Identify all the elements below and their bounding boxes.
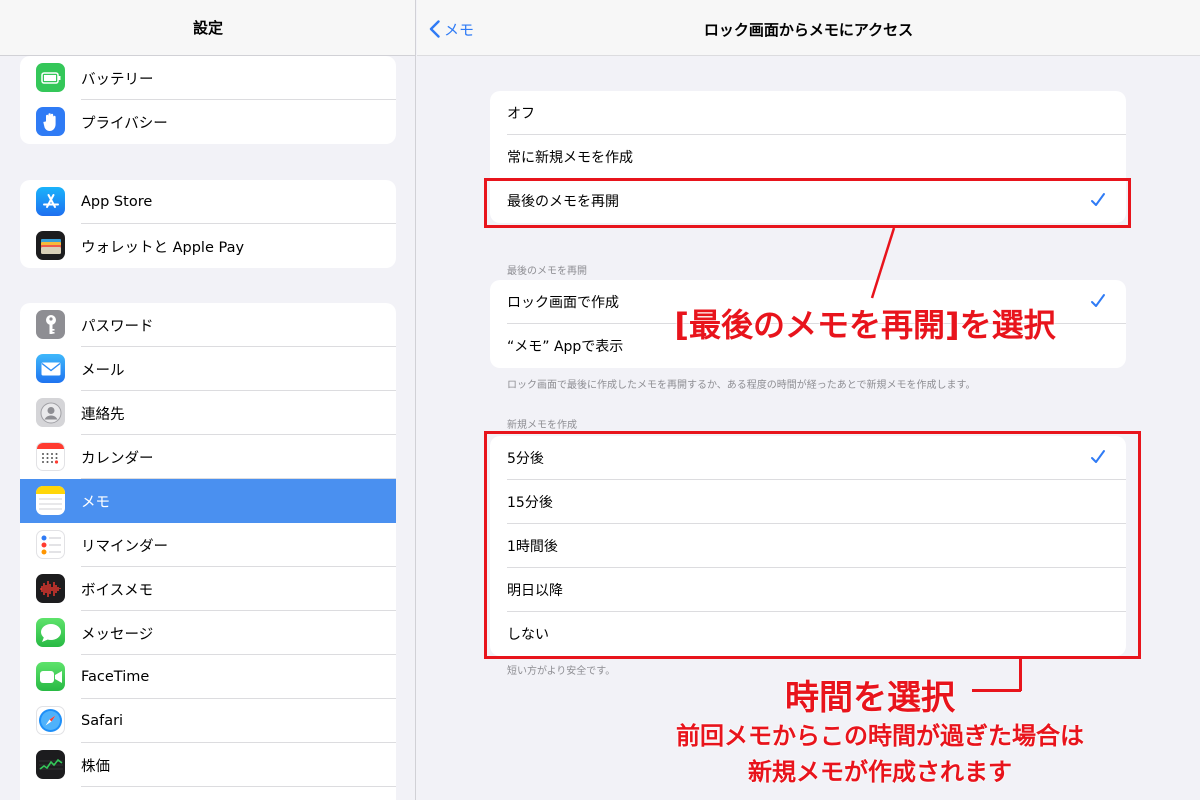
sidebar-item-contacts[interactable]: 連絡先	[20, 391, 396, 435]
option-label: オフ	[507, 106, 535, 122]
sidebar-item-reminders[interactable]: リマインダー	[20, 523, 396, 567]
key-icon	[36, 310, 65, 339]
callout-connector-vertical	[1019, 659, 1022, 691]
sidebar-item-safari[interactable]: Safari	[20, 699, 396, 743]
sidebar-item-label: 株価	[81, 758, 110, 775]
sidebar-item-messages[interactable]: メッセージ	[20, 611, 396, 655]
sidebar-item-voice-memos[interactable]: ボイスメモ	[20, 567, 396, 611]
sidebar-item-label: プライバシー	[81, 115, 168, 132]
sidebar-item-label: ボイスメモ	[81, 582, 154, 599]
checkmark-icon	[1091, 294, 1105, 307]
sidebar-item-label: パスワード	[81, 318, 154, 335]
option-label: “メモ” Appで表示	[507, 339, 624, 355]
sidebar-group-apps: パスワード メール 連絡先 カレンダー メモ リマインダー ボイスメモ メッセー…	[20, 303, 396, 800]
sidebar-item-passwords[interactable]: パスワード	[20, 303, 396, 347]
page-title: ロック画面からメモにアクセス	[703, 21, 914, 39]
sidebar-item-label: メモ	[81, 494, 110, 511]
option-label: ロック画面で作成	[507, 295, 619, 311]
option-always-new[interactable]: 常に新規メモを作成	[490, 135, 1126, 179]
sidebar-item-privacy[interactable]: プライバシー	[20, 100, 396, 144]
callout-resume-last: [最後のメモを再開]を選択	[674, 306, 1056, 344]
battery-icon	[36, 63, 65, 92]
callout-pointer-line	[870, 227, 896, 299]
resume-section-footer: ロック画面で最後に作成したメモを再開するか、ある程度の時間が経ったあとで新規メモ…	[507, 380, 976, 391]
sidebar-item-label: リマインダー	[81, 538, 168, 555]
option-label: 常に新規メモを作成	[507, 150, 633, 166]
resume-section-header: 最後のメモを再開	[507, 266, 587, 277]
sidebar-item-label: バッテリー	[81, 71, 154, 88]
sidebar-item-notes[interactable]: メモ	[20, 479, 396, 523]
sidebar-item-calendar[interactable]: カレンダー	[20, 435, 396, 479]
callout-connector-horizontal	[972, 689, 1021, 692]
wallet-icon	[36, 231, 65, 260]
callout-select-time-title: 時間を選択	[785, 678, 955, 718]
mail-icon	[36, 354, 65, 383]
sidebar-group-system: バッテリー プライバシー	[20, 56, 396, 144]
stocks-icon	[36, 750, 65, 779]
highlight-box-time-options	[484, 431, 1141, 659]
sidebar-item-label: App Store	[81, 194, 153, 210]
sidebar-item-label: ウォレットと Apple Pay	[81, 239, 245, 256]
new-note-section-header: 新規メモを作成	[507, 420, 577, 431]
safari-icon	[36, 706, 65, 735]
sidebar-item-label: メッセージ	[81, 626, 154, 643]
sidebar-item-label: FaceTime	[81, 669, 150, 685]
sidebar-item-app-store[interactable]: App Store	[20, 180, 396, 224]
sidebar-title-text: 設定	[192, 19, 223, 37]
sidebar-item-label: Safari	[81, 713, 124, 729]
sidebar-item-wallet[interactable]: ウォレットと Apple Pay	[20, 224, 396, 268]
calendar-icon	[36, 442, 65, 471]
callout-select-time-line2: 新規メモが作成されます	[748, 758, 1012, 786]
sidebar-item-label: カレンダー	[81, 450, 154, 467]
sidebar-item-mail[interactable]: メール	[20, 347, 396, 391]
hand-icon	[36, 107, 65, 136]
option-off[interactable]: オフ	[490, 91, 1126, 135]
facetime-icon	[36, 662, 65, 691]
settings-sidebar: 設定 バッテリー プライバシー App Store ウォレットと Apple P…	[0, 0, 416, 800]
voice-memo-icon	[36, 574, 65, 603]
callout-select-time-line1: 前回メモからこの時間が過ぎた場合は	[676, 722, 1084, 750]
sidebar-item-battery[interactable]: バッテリー	[20, 56, 396, 100]
sidebar-item-label: 連絡先	[81, 406, 125, 423]
contacts-icon	[36, 398, 65, 427]
nav-bar: メモ ロック画面からメモにアクセス	[417, 0, 1200, 56]
sidebar-group-store: App Store ウォレットと Apple Pay	[20, 180, 396, 268]
sidebar-item-stocks[interactable]: 株価	[20, 743, 396, 787]
reminders-icon	[36, 530, 65, 559]
new-note-section-footer: 短い方がより安全です。	[507, 666, 616, 677]
highlight-box-resume-last	[484, 178, 1131, 228]
app-store-icon	[36, 187, 65, 216]
sidebar-item-facetime[interactable]: FaceTime	[20, 655, 396, 699]
notes-icon	[36, 486, 65, 515]
sidebar-title: 設定	[0, 0, 415, 56]
sidebar-item-label: メール	[81, 362, 125, 379]
messages-icon	[36, 618, 65, 647]
